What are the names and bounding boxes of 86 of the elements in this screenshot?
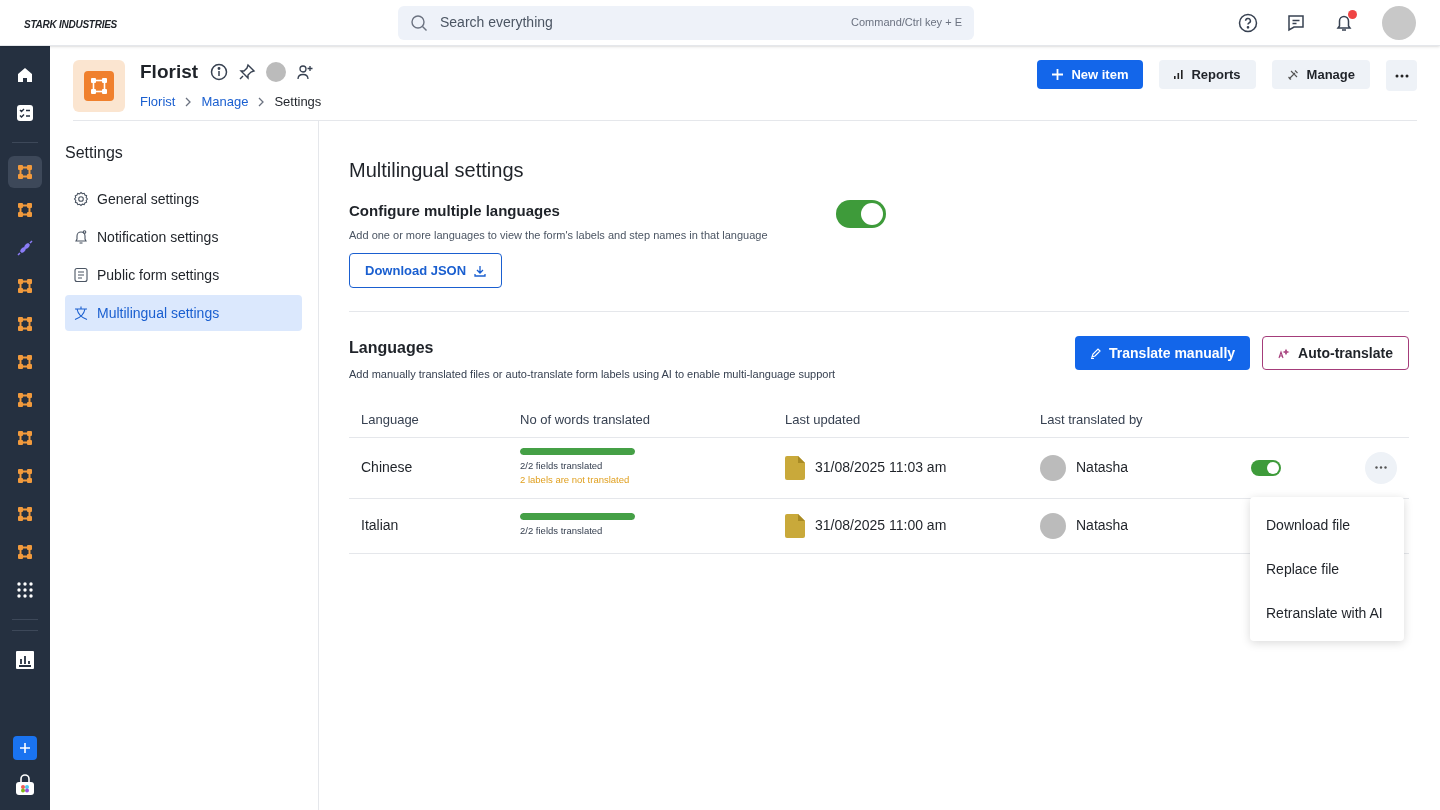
nodes-icon bbox=[89, 76, 109, 96]
menu-item[interactable]: Replace file bbox=[1250, 547, 1404, 591]
warning-text: 2 labels are not translated bbox=[520, 473, 631, 487]
more-icon bbox=[1394, 73, 1409, 78]
nodes-icon bbox=[16, 505, 34, 523]
nodes-icon bbox=[16, 543, 34, 561]
table-cell-text: Natasha bbox=[1076, 516, 1129, 535]
toggle-switch[interactable] bbox=[836, 200, 886, 228]
pen-icon bbox=[1090, 347, 1102, 359]
search-icon bbox=[410, 13, 428, 32]
download-json-button[interactable]: Download JSON bbox=[349, 253, 503, 288]
nodes-icon bbox=[16, 315, 34, 333]
breadcrumb-link[interactable]: Florist bbox=[140, 92, 176, 112]
plug-icon bbox=[16, 239, 34, 257]
apps-grid-icon bbox=[16, 581, 34, 599]
nodes-icon bbox=[16, 277, 34, 295]
bar-chart-icon bbox=[1174, 70, 1184, 79]
setting-title: Configure multiple languages bbox=[349, 201, 561, 221]
translate-icon bbox=[73, 305, 89, 321]
menu-item[interactable]: Retranslate with AI bbox=[1250, 591, 1404, 635]
nodes-icon bbox=[16, 391, 34, 409]
menu-item[interactable]: Download file bbox=[1250, 503, 1404, 547]
search-field[interactable]: Search everything bbox=[440, 12, 840, 33]
search-bar[interactable]: Search everything Command/Ctrl key + E bbox=[398, 5, 974, 40]
table-cell-text: Natasha bbox=[1076, 458, 1129, 477]
nodes-icon bbox=[16, 163, 34, 181]
progress-caption: 2/2 fields translated bbox=[520, 523, 604, 538]
add-user-icon[interactable] bbox=[296, 63, 315, 81]
section-description: Add manually translated files or auto-translate form labels using AI to enable multi-language support bbox=[349, 367, 837, 382]
add-button[interactable] bbox=[13, 736, 37, 760]
column-header: Language bbox=[361, 410, 420, 429]
auto-translate-button[interactable]: Auto-translate bbox=[1262, 336, 1409, 370]
json-file-icon bbox=[785, 513, 805, 538]
nodes-icon bbox=[16, 353, 34, 371]
new-item-button[interactable]: New item bbox=[1037, 60, 1144, 89]
avatar bbox=[1040, 454, 1066, 481]
settings-nav-item[interactable]: General settings bbox=[65, 181, 302, 217]
shortcut-hint: Command/Ctrl key + E bbox=[851, 15, 962, 31]
settings-title: Settings bbox=[65, 143, 124, 163]
settings-nav-item[interactable]: Public form settings bbox=[65, 257, 302, 293]
avatar bbox=[1040, 512, 1066, 539]
bar-chart-icon bbox=[16, 651, 34, 669]
chevron-right-icon bbox=[185, 96, 192, 107]
table-cell-text: 31/08/2025 11:00 am bbox=[815, 516, 947, 535]
translate-manually-button[interactable]: Translate manually bbox=[1075, 336, 1251, 370]
bell-icon bbox=[73, 229, 89, 245]
chat-icon[interactable] bbox=[1286, 12, 1306, 33]
breadcrumb-current: Settings bbox=[274, 93, 322, 111]
table-cell-text: 31/08/2025 11:03 am bbox=[815, 458, 947, 477]
reports-button[interactable]: Reports bbox=[1159, 60, 1256, 89]
table-cell-text: Italian bbox=[361, 516, 400, 535]
rail-item[interactable] bbox=[8, 156, 42, 188]
table-cell-text: Chinese bbox=[361, 458, 414, 477]
download-icon bbox=[474, 264, 487, 277]
column-header: No of words translated bbox=[520, 410, 652, 429]
page-title: Florist bbox=[140, 59, 199, 84]
manage-button[interactable]: Manage bbox=[1271, 60, 1370, 89]
tools-icon bbox=[1286, 68, 1299, 81]
json-file-icon bbox=[785, 455, 805, 480]
breadcrumb-link[interactable]: Manage bbox=[201, 92, 249, 112]
settings-nav-item[interactable]: Notification settings bbox=[65, 219, 302, 255]
checklist-icon bbox=[16, 104, 34, 122]
info-icon[interactable] bbox=[210, 63, 229, 81]
settings-nav-item[interactable]: Multilingual settings bbox=[65, 295, 302, 331]
shopping-bag-icon[interactable] bbox=[15, 774, 35, 796]
gear-icon bbox=[73, 191, 89, 207]
column-header: Last translated by bbox=[1040, 410, 1144, 429]
nodes-icon bbox=[16, 429, 34, 447]
help-icon[interactable] bbox=[1238, 12, 1258, 33]
column-header: Last updated bbox=[785, 410, 862, 429]
company-logo[interactable]: STARK INDUSTRIES bbox=[24, 18, 118, 30]
plus-icon bbox=[1052, 69, 1064, 80]
toggle-switch[interactable] bbox=[1251, 459, 1281, 476]
nodes-icon bbox=[16, 201, 34, 219]
progress-caption: 2/2 fields translated bbox=[520, 458, 604, 473]
nodes-icon bbox=[16, 467, 34, 485]
home-icon bbox=[16, 66, 34, 84]
more-icon bbox=[1375, 466, 1387, 469]
chevron-right-icon bbox=[258, 96, 265, 107]
plus-icon bbox=[19, 742, 31, 754]
setting-description: Add one or more languages to view the form's labels and step names in that language bbox=[349, 227, 769, 243]
section-title: Languages bbox=[349, 338, 435, 358]
document-icon bbox=[73, 267, 89, 283]
pin-icon[interactable] bbox=[238, 63, 257, 81]
sparkle-icon bbox=[1278, 347, 1291, 359]
section-title: Multilingual settings bbox=[349, 158, 525, 183]
